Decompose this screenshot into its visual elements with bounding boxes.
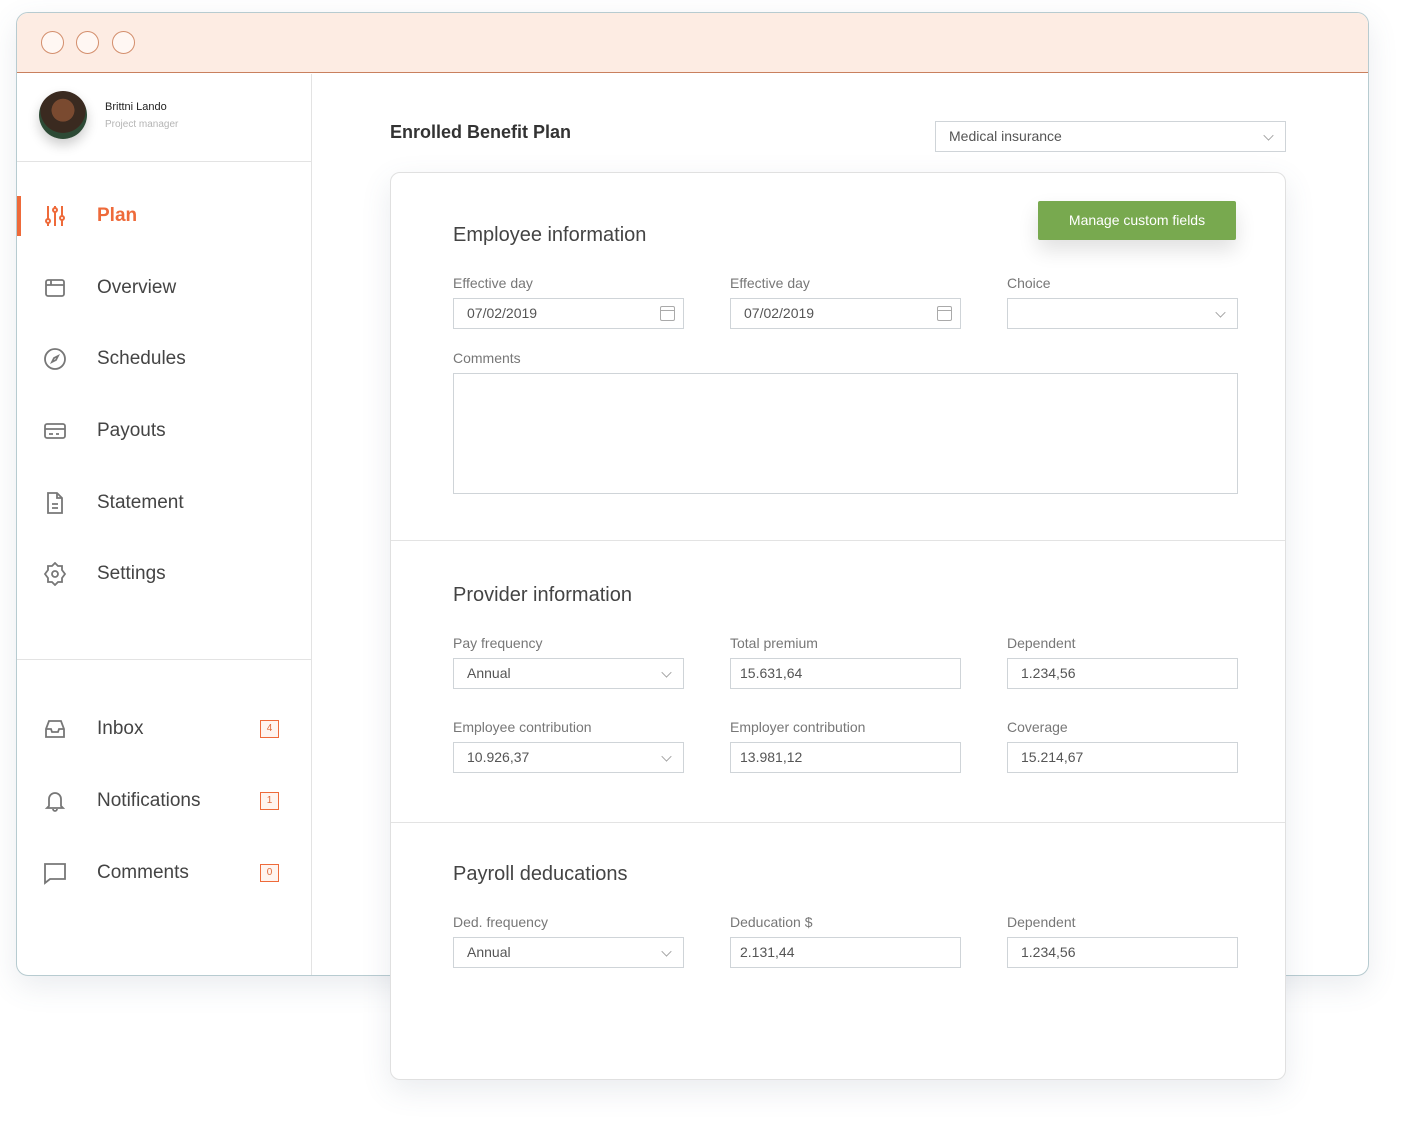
- avatar[interactable]: [39, 91, 87, 139]
- deduction-amount-input[interactable]: 2.131,44: [730, 937, 961, 968]
- user-name: Brittni Lando: [105, 101, 167, 113]
- total-premium-input[interactable]: 15.631,64: [730, 658, 961, 689]
- field-label: Pay frequency: [453, 635, 543, 651]
- field-label: Employer contribution: [730, 719, 866, 735]
- field-label: Effective day: [730, 275, 810, 291]
- calendar-icon[interactable]: [937, 306, 952, 321]
- provider-section-heading: Provider information: [453, 584, 632, 606]
- plan-select[interactable]: Medical insurance: [935, 121, 1286, 152]
- sidebar-item-label: Schedules: [97, 348, 186, 369]
- field-label: Dependent: [1007, 914, 1076, 930]
- field-label: Dependent: [1007, 635, 1076, 651]
- sidebar-item-label: Notifications: [97, 790, 201, 811]
- effective-day-input-1[interactable]: 07/02/2019: [453, 298, 684, 329]
- inbox-icon: [45, 720, 65, 738]
- input-value: Annual: [467, 944, 511, 960]
- ded-frequency-select[interactable]: Annual: [453, 937, 684, 968]
- sidebar-item-overview[interactable]: Overview: [17, 263, 312, 313]
- compass-icon: [44, 348, 66, 370]
- divider: [391, 540, 1285, 541]
- comments-count-badge: 0: [260, 864, 279, 882]
- comments-label: Comments: [453, 350, 521, 366]
- sidebar-item-payouts[interactable]: Payouts: [17, 406, 312, 456]
- sidebar-item-comments[interactable]: Comments 0: [17, 848, 312, 898]
- field-label: Ded. frequency: [453, 914, 548, 930]
- bell-icon: [44, 792, 66, 812]
- divider: [391, 822, 1285, 823]
- employer-contribution-input[interactable]: 13.981,12: [730, 742, 961, 773]
- sidebar-item-schedules[interactable]: Schedules: [17, 334, 312, 384]
- sidebar-item-plan[interactable]: Plan: [17, 191, 312, 241]
- chevron-down-icon: [1263, 130, 1274, 141]
- manage-custom-fields-button[interactable]: Manage custom fields: [1038, 201, 1236, 240]
- sidebar-item-label: Overview: [97, 277, 177, 298]
- sidebar-item-label: Statement: [97, 492, 184, 513]
- sidebar-item-label: Settings: [97, 563, 166, 584]
- sidebar-item-label: Payouts: [97, 420, 166, 441]
- employee-section-heading: Employee information: [453, 224, 647, 246]
- window-close-button[interactable]: [41, 31, 64, 54]
- chevron-down-icon: [661, 946, 672, 957]
- sidebar: Brittni Lando Project manager Plan Overv…: [17, 74, 312, 975]
- payroll-section-heading: Payroll deducations: [453, 863, 628, 885]
- window-minimize-button[interactable]: [76, 31, 99, 54]
- comments-textarea[interactable]: [453, 373, 1238, 494]
- window-maximize-button[interactable]: [112, 31, 135, 54]
- sliders-icon: [45, 206, 65, 226]
- coverage-input[interactable]: 15.214,67: [1007, 742, 1238, 773]
- divider: [17, 659, 312, 660]
- inbox-count-badge: 4: [260, 720, 279, 738]
- chevron-down-icon: [1215, 307, 1226, 318]
- input-value: 10.926,37: [467, 749, 530, 765]
- sidebar-item-inbox[interactable]: Inbox 4: [17, 704, 312, 754]
- chevron-down-icon: [661, 667, 672, 678]
- gear-icon: [43, 562, 67, 586]
- benefit-plan-card: Employee information Manage custom field…: [390, 172, 1286, 1080]
- sidebar-item-statement[interactable]: Statement: [17, 478, 312, 528]
- credit-card-icon: [44, 423, 66, 439]
- calendar-window-icon: [45, 279, 65, 297]
- input-value: 07/02/2019: [467, 305, 538, 321]
- employee-contribution-select[interactable]: 10.926,37: [453, 742, 684, 773]
- input-value: Annual: [467, 665, 511, 681]
- field-label: Effective day: [453, 275, 533, 291]
- document-icon: [47, 492, 63, 514]
- pay-frequency-select[interactable]: Annual: [453, 658, 684, 689]
- field-label: Employee contribution: [453, 719, 592, 735]
- input-value: 07/02/2019: [744, 305, 815, 321]
- payroll-dependent-input[interactable]: 1.234,56: [1007, 937, 1238, 968]
- sidebar-item-label: Plan: [97, 205, 138, 226]
- sidebar-item-settings[interactable]: Settings: [17, 549, 312, 599]
- user-role: Project manager: [105, 119, 179, 130]
- chevron-down-icon: [661, 751, 672, 762]
- dependent-input[interactable]: 1.234,56: [1007, 658, 1238, 689]
- notifications-count-badge: 1: [260, 792, 279, 810]
- sidebar-item-label: Comments: [97, 862, 189, 883]
- sidebar-item-label: Inbox: [97, 718, 144, 739]
- title-bar: [17, 13, 1368, 73]
- plan-select-value: Medical insurance: [949, 128, 1062, 144]
- chat-icon: [44, 863, 66, 885]
- field-label: Choice: [1007, 275, 1051, 291]
- choice-select[interactable]: [1007, 298, 1238, 329]
- field-label: Coverage: [1007, 719, 1068, 735]
- divider: [17, 161, 312, 162]
- calendar-icon[interactable]: [660, 306, 675, 321]
- effective-day-input-2[interactable]: 07/02/2019: [730, 298, 961, 329]
- field-label: Deducation $: [730, 914, 813, 930]
- field-label: Total premium: [730, 635, 818, 651]
- page-title: Enrolled Benefit Plan: [390, 122, 572, 142]
- sidebar-item-notifications[interactable]: Notifications 1: [17, 776, 312, 826]
